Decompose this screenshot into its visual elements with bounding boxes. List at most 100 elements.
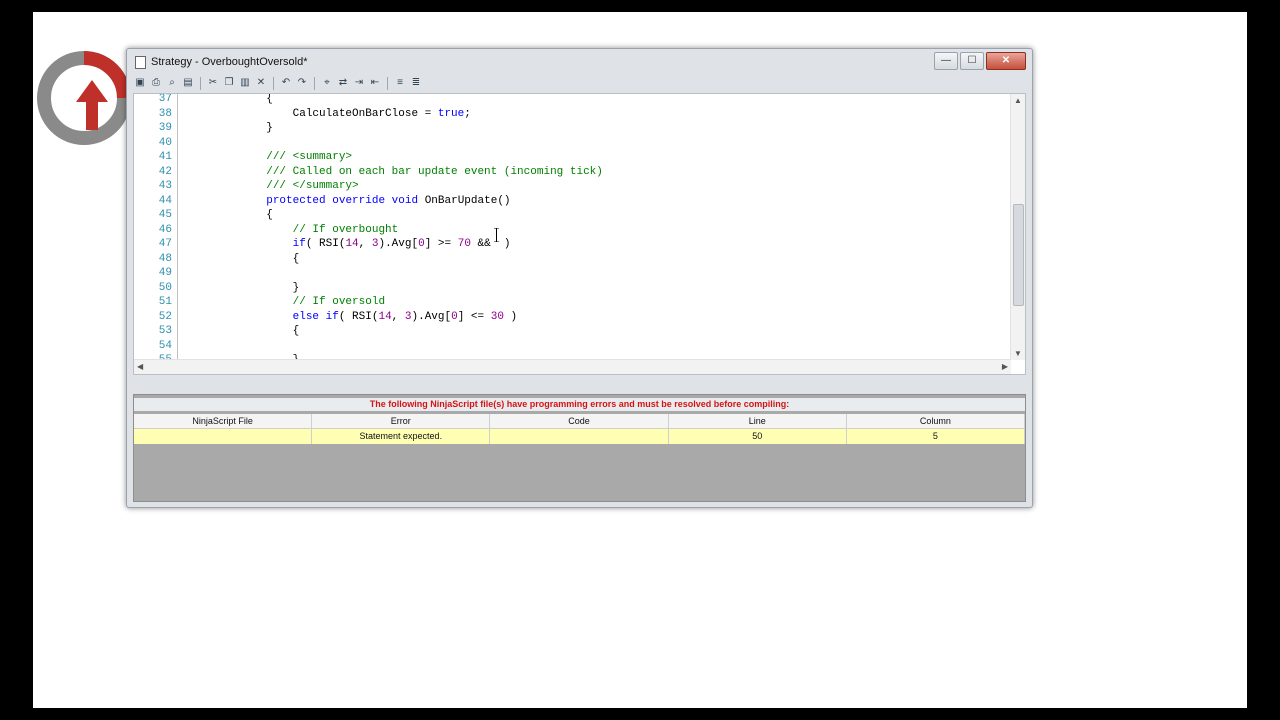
cut-icon[interactable]: ✂	[206, 76, 220, 90]
error-line-cell: 50	[669, 429, 847, 444]
fold-guide	[177, 324, 178, 339]
code-line[interactable]: 39 }	[134, 121, 1004, 136]
error-panel-title: The following NinjaScript file(s) have p…	[134, 398, 1025, 411]
fold-guide	[177, 266, 178, 281]
title-bar[interactable]: Strategy - OverboughtOversold* — ☐ ✕	[127, 49, 1032, 73]
vertical-scrollbar[interactable]: ▲ ▼	[1010, 94, 1025, 360]
outdent-icon[interactable]: ⇤	[368, 76, 382, 90]
code-line[interactable]: 48 {	[134, 251, 1004, 267]
code-text[interactable]: /// </summary>	[187, 179, 358, 194]
code-text[interactable]: {	[187, 252, 300, 267]
code-text[interactable]: {	[187, 208, 273, 223]
fold-guide	[177, 338, 178, 353]
scroll-right-icon[interactable]: ▶	[1002, 362, 1008, 371]
code-line[interactable]: 46 // If overbought	[134, 222, 1004, 238]
code-text[interactable]: // If overbought	[187, 223, 399, 238]
code-text[interactable]: protected override void OnBarUpdate()	[187, 194, 510, 209]
undo-icon[interactable]: ↶	[279, 76, 293, 90]
save-icon[interactable]: ▣	[133, 76, 147, 90]
line-number: 54	[158, 339, 172, 352]
line-number: 47	[158, 238, 172, 250]
editor-toolbar: ▣ ⎙ ⌕ ▤ ✂ ❐ ▥ ✕ ↶ ↷ ⌖ ⇄ ⇥ ⇤ ≡ ≣	[133, 75, 423, 91]
column-header[interactable]: Line	[669, 414, 847, 428]
code-text[interactable]: if( RSI(14, 3).Avg[0] >= 70 && )	[187, 237, 511, 252]
column-header[interactable]: NinjaScript File	[134, 414, 313, 428]
uncomment-icon[interactable]: ≣	[409, 76, 423, 90]
code-text[interactable]: {	[187, 94, 273, 107]
code-line[interactable]: 54	[134, 338, 1004, 353]
code-text[interactable]: CalculateOnBarClose = true;	[187, 107, 471, 122]
find-icon[interactable]: ⌖	[320, 76, 334, 90]
code-text[interactable]: /// <summary>	[187, 150, 352, 165]
code-text[interactable]: {	[187, 324, 300, 339]
delete-icon[interactable]: ✕	[254, 76, 268, 90]
comment-icon[interactable]: ≡	[393, 76, 407, 90]
code-line[interactable]: 49	[134, 266, 1004, 281]
fold-guide	[177, 150, 178, 165]
line-number: 49	[158, 267, 172, 279]
print-preview-icon[interactable]: ⌕	[165, 76, 179, 90]
code-line[interactable]: 43 /// </summary>	[134, 179, 1004, 194]
horizontal-scrollbar[interactable]: ◀ ▶	[134, 359, 1011, 374]
code-line[interactable]: 50 }	[134, 280, 1004, 296]
code-line[interactable]: 42 /// Called on each bar update event (…	[134, 164, 1004, 180]
minimize-button[interactable]: —	[934, 52, 958, 70]
replace-icon[interactable]: ⇄	[336, 76, 350, 90]
code-line[interactable]: 38 CalculateOnBarClose = true;	[134, 106, 1004, 122]
code-line[interactable]: 51 // If oversold	[134, 295, 1004, 310]
fold-guide	[177, 309, 178, 324]
indent-icon[interactable]: ⇥	[352, 76, 366, 90]
line-number: 45	[158, 209, 172, 221]
scroll-left-icon[interactable]: ◀	[137, 362, 143, 371]
code-text[interactable]: }	[187, 121, 273, 136]
code-text[interactable]: /// Called on each bar update event (inc…	[187, 165, 603, 180]
column-header[interactable]: Code	[490, 414, 669, 428]
strategy-editor-window: Strategy - OverboughtOversold* — ☐ ✕ ▣ ⎙…	[126, 48, 1033, 508]
error-file-cell	[134, 429, 313, 444]
error-message-cell: Statement expected.	[312, 429, 491, 444]
line-number: 51	[158, 296, 172, 308]
fold-guide	[177, 295, 178, 310]
line-number: 44	[158, 194, 172, 207]
document-icon	[135, 56, 146, 69]
scroll-down-icon[interactable]: ▼	[1014, 349, 1022, 358]
code-line[interactable]: 52 else if( RSI(14, 3).Avg[0] <= 30 )	[134, 309, 1004, 325]
code-line[interactable]: 44 protected override void OnBarUpdate()	[134, 193, 1004, 209]
fold-guide	[177, 280, 178, 295]
scroll-up-icon[interactable]: ▲	[1014, 96, 1022, 105]
line-number: 37	[158, 93, 172, 105]
window-title: Strategy - OverboughtOversold*	[151, 56, 308, 68]
fold-guide	[177, 94, 178, 107]
paste-icon[interactable]: ▥	[238, 76, 252, 90]
column-header[interactable]: Column	[847, 414, 1026, 428]
code-text[interactable]: // If oversold	[187, 295, 385, 310]
toolbar-separator	[314, 76, 315, 90]
copy-icon[interactable]: ❐	[222, 76, 236, 90]
code-line[interactable]: 53 {	[134, 324, 1004, 339]
line-number: 50	[158, 281, 172, 294]
redo-icon[interactable]: ↷	[295, 76, 309, 90]
code-line[interactable]: 45 {	[134, 208, 1004, 223]
line-number: 40	[158, 136, 172, 149]
error-row[interactable]: Statement expected. 50 5	[134, 429, 1026, 444]
fold-guide	[177, 121, 178, 136]
fold-guide	[177, 193, 178, 208]
page-setup-icon[interactable]: ▤	[181, 76, 195, 90]
code-line[interactable]: 37 {	[134, 93, 1004, 107]
code-line[interactable]: 47 if( RSI(14, 3).Avg[0] >= 70 && )	[134, 237, 1004, 252]
code-line[interactable]: 41 /// <summary>	[134, 150, 1004, 165]
vertical-scroll-thumb[interactable]	[1013, 204, 1024, 306]
code-line[interactable]: 40	[134, 135, 1004, 150]
fold-guide	[177, 106, 178, 121]
line-number: 39	[158, 122, 172, 134]
toolbar-separator	[273, 76, 274, 90]
fold-guide	[177, 135, 178, 150]
column-header[interactable]: Error	[312, 414, 491, 428]
close-button[interactable]: ✕	[986, 52, 1026, 70]
line-number: 43	[158, 180, 172, 192]
print-icon[interactable]: ⎙	[149, 76, 163, 90]
code-editor[interactable]: 37 {38 CalculateOnBarClose = true; 39 } 40…	[133, 93, 1026, 375]
code-text[interactable]: }	[187, 281, 300, 296]
maximize-button[interactable]: ☐	[960, 52, 984, 70]
code-text[interactable]: else if( RSI(14, 3).Avg[0] <= 30 )	[187, 310, 518, 325]
